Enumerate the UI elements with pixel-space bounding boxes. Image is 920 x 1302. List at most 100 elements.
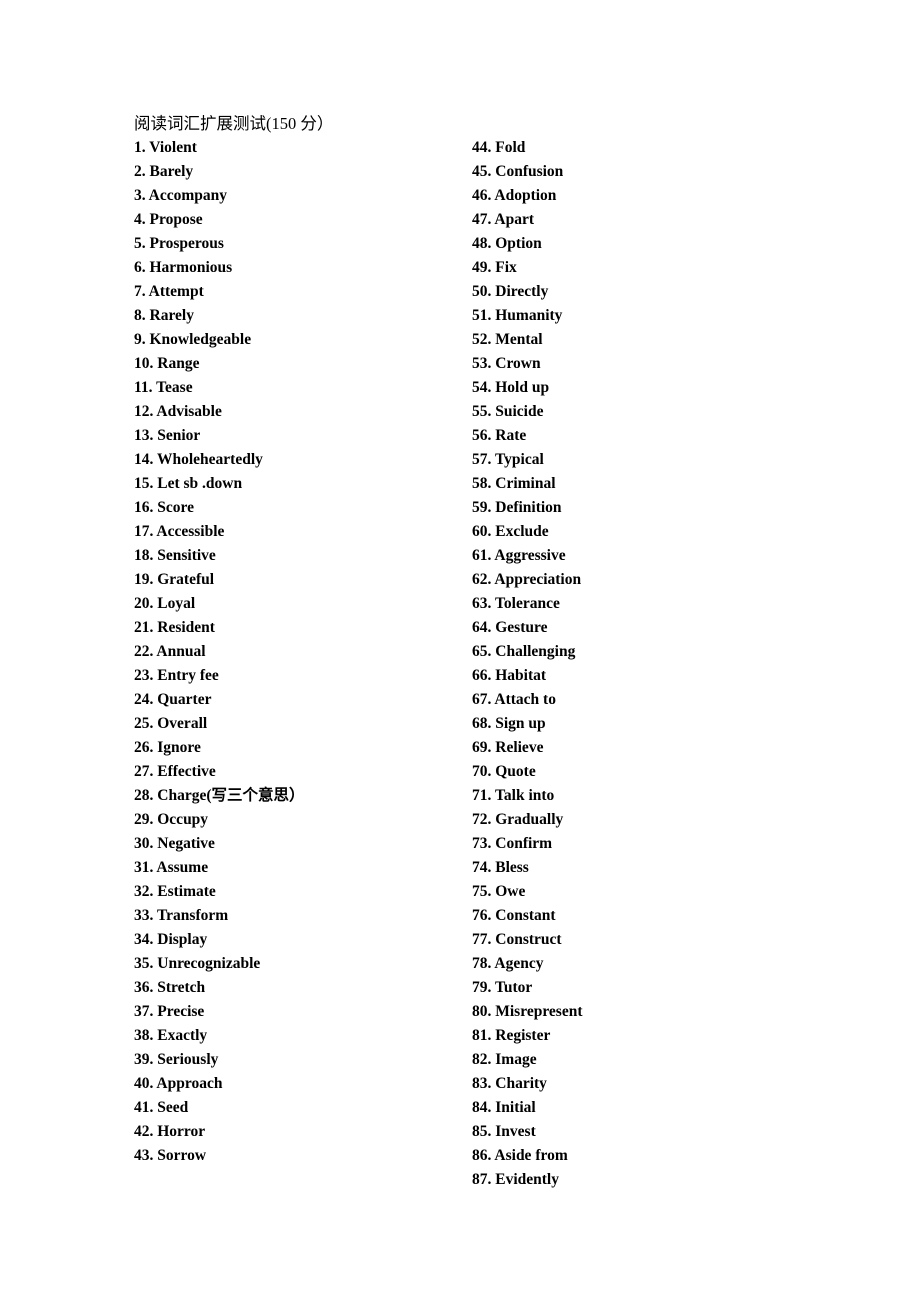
vocabulary-item-term: Negative: [157, 835, 215, 852]
vocabulary-item: 45. Confusion: [472, 160, 812, 184]
vocabulary-item-number: 66.: [472, 667, 492, 684]
vocabulary-column-right: 44. Fold 45. Confusion 46. Adoption 47. Apa…: [472, 136, 812, 1192]
vocabulary-item-term: Crown: [495, 355, 541, 372]
document-page: 阅读词汇扩展测试(150 分） 1. Violent 2. Barely 3. Ac…: [0, 0, 920, 1302]
vocabulary-item-term: Range: [157, 355, 200, 372]
vocabulary-item: 61. Aggressive: [472, 544, 812, 568]
vocabulary-item-term: Entry fee: [157, 667, 219, 684]
vocabulary-item-number: 55.: [472, 403, 492, 420]
vocabulary-item: 5. Prosperous: [134, 232, 464, 256]
vocabulary-item: 68. Sign up: [472, 712, 812, 736]
vocabulary-item: 39. Seriously: [134, 1048, 464, 1072]
vocabulary-item-term: Barely: [149, 163, 194, 180]
vocabulary-item-term: Bless: [495, 859, 529, 876]
vocabulary-list-left: 1. Violent 2. Barely 3. Accompany 4. Propos…: [134, 136, 464, 1168]
vocabulary-item-number: 17.: [134, 523, 154, 540]
vocabulary-item-term: Overall: [157, 715, 208, 732]
vocabulary-item: 57. Typical: [472, 448, 812, 472]
vocabulary-item-number: 9.: [134, 331, 146, 348]
vocabulary-item-number: 81.: [472, 1027, 492, 1044]
vocabulary-item-number: 59.: [472, 499, 492, 516]
vocabulary-item: 34. Display: [134, 928, 464, 952]
vocabulary-item-term: Estimate: [157, 883, 216, 900]
vocabulary-item: 83. Charity: [472, 1072, 812, 1096]
vocabulary-item: 77. Construct: [472, 928, 812, 952]
document-body: 阅读词汇扩展测试(150 分） 1. Violent 2. Barely 3. Ac…: [134, 112, 834, 1188]
vocabulary-item: 74. Bless: [472, 856, 812, 880]
vocabulary-item-number: 50.: [472, 283, 492, 300]
vocabulary-item-number: 51.: [472, 307, 492, 324]
vocabulary-item-term: Adoption: [494, 187, 557, 204]
vocabulary-item-number: 15.: [134, 475, 154, 492]
vocabulary-item-term: Sign up: [495, 715, 546, 732]
vocabulary-item-number: 83.: [472, 1075, 492, 1092]
vocabulary-item-number: 41.: [134, 1099, 154, 1116]
vocabulary-item-term: Display: [157, 931, 208, 948]
vocabulary-item-term: Rarely: [149, 307, 194, 324]
vocabulary-item: 82. Image: [472, 1048, 812, 1072]
vocabulary-item: 33. Transform: [134, 904, 464, 928]
vocabulary-item-term: Rate: [495, 427, 527, 444]
vocabulary-item-number: 8.: [134, 307, 146, 324]
vocabulary-item-term: Advisable: [156, 403, 222, 420]
vocabulary-item-number: 33.: [134, 907, 154, 924]
vocabulary-item-term: Relieve: [495, 739, 544, 756]
vocabulary-item-term: Annual: [156, 643, 206, 660]
vocabulary-item: 36. Stretch: [134, 976, 464, 1000]
vocabulary-item-number: 43.: [134, 1147, 154, 1164]
vocabulary-item-term: Option: [495, 235, 542, 252]
vocabulary-item-number: 7.: [134, 283, 146, 300]
vocabulary-item: 53. Crown: [472, 352, 812, 376]
vocabulary-item-term: Violent: [149, 139, 197, 156]
vocabulary-item-number: 82.: [472, 1051, 492, 1068]
vocabulary-item: 75. Owe: [472, 880, 812, 904]
vocabulary-item: 38. Exactly: [134, 1024, 464, 1048]
vocabulary-item-number: 27.: [134, 763, 154, 780]
vocabulary-item-number: 72.: [472, 811, 492, 828]
vocabulary-item: 64. Gesture: [472, 616, 812, 640]
vocabulary-item: 23. Entry fee: [134, 664, 464, 688]
vocabulary-item-term: Sorrow: [157, 1147, 207, 1164]
vocabulary-item-term: Wholeheartedly: [156, 451, 263, 468]
vocabulary-item-term: Precise: [157, 1003, 205, 1020]
vocabulary-item: 63. Tolerance: [472, 592, 812, 616]
vocabulary-item-term: Talk into: [494, 787, 555, 804]
vocabulary-item-term: Criminal: [495, 475, 556, 492]
vocabulary-item-number: 44.: [472, 139, 492, 156]
vocabulary-item-number: 18.: [134, 547, 154, 564]
vocabulary-item-number: 26.: [134, 739, 154, 756]
vocabulary-item-number: 61.: [472, 547, 492, 564]
vocabulary-item: 46. Adoption: [472, 184, 812, 208]
vocabulary-item-number: 62.: [472, 571, 492, 588]
vocabulary-item: 30. Negative: [134, 832, 464, 856]
vocabulary-item: 81. Register: [472, 1024, 812, 1048]
vocabulary-item-term: Sensitive: [157, 547, 216, 564]
vocabulary-item-term: Agency: [494, 955, 544, 972]
vocabulary-item: 50. Directly: [472, 280, 812, 304]
vocabulary-item-term: Propose: [149, 211, 203, 228]
vocabulary-item: 2. Barely: [134, 160, 464, 184]
vocabulary-item-term: Seed: [157, 1099, 189, 1116]
vocabulary-item-number: 80.: [472, 1003, 492, 1020]
vocabulary-item-term: Assume: [156, 859, 209, 876]
vocabulary-item: 87. Evidently: [472, 1168, 812, 1192]
vocabulary-item-term: Seriously: [157, 1051, 219, 1068]
vocabulary-item-term: Confusion: [495, 163, 564, 180]
vocabulary-item-number: 31.: [134, 859, 154, 876]
vocabulary-item: 40. Approach: [134, 1072, 464, 1096]
vocabulary-item-number: 29.: [134, 811, 154, 828]
vocabulary-item-number: 52.: [472, 331, 492, 348]
vocabulary-item-number: 1.: [134, 139, 146, 156]
vocabulary-item: 71. Talk into: [472, 784, 812, 808]
vocabulary-item-number: 56.: [472, 427, 492, 444]
vocabulary-item-term: Apart: [494, 211, 535, 228]
vocabulary-item-number: 32.: [134, 883, 154, 900]
vocabulary-item-number: 47.: [472, 211, 492, 228]
vocabulary-item: 8. Rarely: [134, 304, 464, 328]
vocabulary-item: 24. Quarter: [134, 688, 464, 712]
vocabulary-item-number: 5.: [134, 235, 146, 252]
vocabulary-item-term: Unrecognizable: [157, 955, 261, 972]
vocabulary-item-number: 40.: [134, 1075, 154, 1092]
vocabulary-item: 25. Overall: [134, 712, 464, 736]
vocabulary-item-number: 86.: [472, 1147, 492, 1164]
